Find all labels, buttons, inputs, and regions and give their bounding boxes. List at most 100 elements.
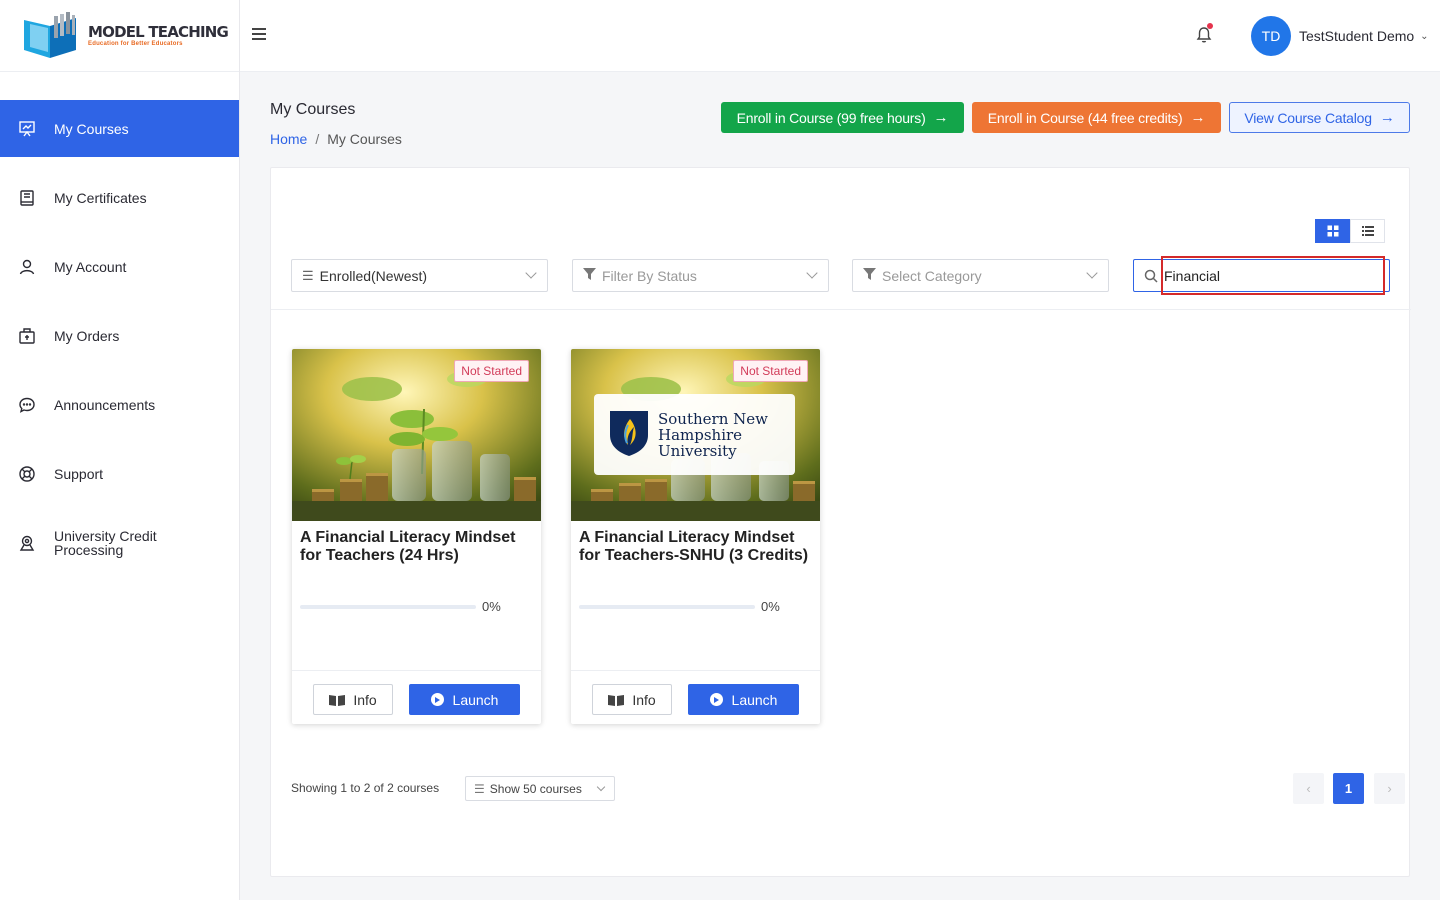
sidebar-item-my-certificates[interactable]: My Certificates [0,169,239,226]
sidebar-item-university-credit[interactable]: University Credit Processing [0,514,239,571]
play-icon [709,693,723,706]
book-logo-icon [20,11,82,60]
info-label: Info [632,691,656,708]
course-title[interactable]: A Financial Literacy Mindset for Teacher… [292,521,541,589]
enroll-credits-label: Enroll in Course (44 free credits) [987,109,1183,126]
brand-tagline: Education for Better Educators [88,41,183,47]
status-badge: Not Started [454,360,529,382]
page-title: My Courses [270,101,356,118]
chat-icon [16,394,38,416]
results-count: Showing 1 to 2 of 2 courses [291,781,440,795]
search-box [1133,259,1390,292]
course-progress: 0% [571,599,820,614]
category-select[interactable]: Select Category [852,259,1109,292]
enroll-credits-button[interactable]: Enroll in Course (44 free credits) → [972,102,1221,133]
sidebar-item-announcements[interactable]: Announcements [0,376,239,433]
sidebar-item-label: My Certificates [54,189,147,206]
grid-view-icon[interactable] [1315,219,1350,243]
university-logo-text: Southern New Hampshire University [658,409,768,460]
progress-percent: 0% [761,599,780,614]
progress-bar [300,604,476,609]
support-icon [16,463,38,485]
status-badge: Not Started [733,360,808,382]
course-card: Not Started A Financial Literacy Mindset… [292,349,541,724]
course-title[interactable]: A Financial Literacy Mindset for Teacher… [571,521,820,589]
chevron-down-icon [525,267,537,279]
arrow-right-icon: → [933,109,949,126]
sidebar-item-my-orders[interactable]: My Orders [0,307,239,364]
divider [271,309,1411,310]
sidebar-item-label: My Orders [54,327,120,344]
sidebar-item-label: Announcements [54,396,156,413]
orders-icon [16,325,38,347]
list-icon: ☰ [302,267,314,283]
filter-icon [863,268,876,283]
sidebar-item-my-courses[interactable]: My Courses [0,100,239,157]
brand-title: MODEL TEACHING [88,23,229,41]
view-catalog-button[interactable]: View Course Catalog → [1229,102,1410,133]
course-progress: 0% [292,599,541,614]
sidebar-item-support[interactable]: Support [0,445,239,502]
chevron-down-icon [596,782,606,792]
breadcrumb-separator: / [315,131,320,147]
university-shield-icon [608,409,650,460]
certificate-icon [16,187,38,209]
list-view-icon[interactable] [1350,219,1385,243]
course-thumbnail: Not Started Southern New Hampshire Unive… [571,349,820,521]
category-select-placeholder: Select Category [882,267,982,284]
page-size-value: Show 50 courses [489,781,582,796]
chevron-down-icon [1086,267,1098,279]
info-label: Info [353,691,377,708]
book-icon [608,694,625,706]
arrow-right-icon: → [1379,109,1395,126]
university-logo: Southern New Hampshire University [594,394,795,475]
university-icon [16,532,38,554]
search-icon [1144,269,1158,283]
play-icon [430,693,444,706]
sidebar-nav: My Courses My Certificates My Account My… [0,100,239,571]
next-page-button[interactable]: › [1374,773,1405,804]
course-card: Not Started Southern New Hampshire Unive… [571,349,820,724]
chevron-down-icon [806,267,818,279]
prev-page-button[interactable]: ‹ [1293,773,1324,804]
search-input[interactable] [1164,267,1374,284]
sidebar: MODEL TEACHING Education for Better Educ… [0,0,240,900]
enroll-hours-label: Enroll in Course (99 free hours) [736,109,926,126]
enroll-hours-button[interactable]: Enroll in Course (99 free hours) → [721,102,964,133]
launch-label: Launch [731,691,778,708]
page-size-select[interactable]: ☰ Show 50 courses [465,776,615,801]
breadcrumb-home-link[interactable]: Home [270,131,307,147]
brand-logo[interactable]: MODEL TEACHING Education for Better Educ… [0,0,239,72]
course-thumbnail: Not Started [292,349,541,521]
sidebar-item-label: University Credit Processing [54,527,157,558]
user-menu[interactable]: TD TestStudent Demo ⌄ [1251,16,1429,56]
book-icon [329,694,346,706]
view-catalog-label: View Course Catalog [1244,109,1372,126]
card-actions: Info Launch [292,670,541,724]
user-icon [16,256,38,278]
sidebar-item-label: My Account [54,258,127,275]
launch-button[interactable]: Launch [688,684,799,715]
info-button[interactable]: Info [313,684,393,715]
card-actions: Info Launch [571,670,820,724]
info-button[interactable]: Info [592,684,672,715]
user-name: TestStudent Demo [1299,28,1415,44]
sort-select-value: Enrolled(Newest) [319,267,428,284]
sort-select[interactable]: ☰ Enrolled(Newest) [291,259,548,292]
launch-button[interactable]: Launch [409,684,520,715]
sidebar-item-my-account[interactable]: My Account [0,238,239,295]
list-icon: ☰ [474,781,485,796]
status-filter-select[interactable]: Filter By Status [572,259,829,292]
status-filter-placeholder: Filter By Status [602,267,697,284]
launch-label: Launch [452,691,499,708]
avatar: TD [1251,16,1291,56]
breadcrumb: Home / My Courses [270,131,402,147]
progress-percent: 0% [482,599,501,614]
notification-dot [1207,23,1213,29]
courses-panel: ☰ Enrolled(Newest) Filter By Status Sele… [270,167,1411,877]
page-1-button[interactable]: 1 [1333,773,1364,804]
menu-toggle-icon[interactable] [252,28,266,42]
breadcrumb-current: My Courses [327,131,402,147]
notification-bell-icon[interactable] [1194,23,1216,46]
view-toggle [1315,219,1385,243]
